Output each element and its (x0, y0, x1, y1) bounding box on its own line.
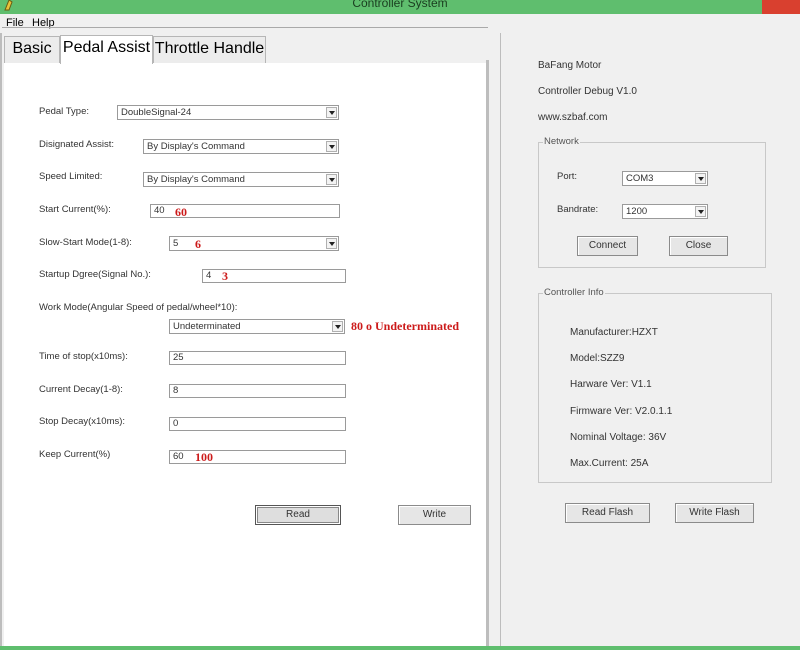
current-decay-label: Current Decay(1-8): (39, 384, 123, 395)
nominal-voltage-text: Nominal Voltage: 36V (570, 432, 667, 443)
designated-assist-label: Disignated Assist: (39, 139, 114, 150)
panel-border (500, 33, 501, 646)
speed-limited-label: Speed Limited: (39, 171, 103, 182)
stop-decay-label: Stop Decay(x10ms): (39, 416, 126, 427)
chevron-down-icon[interactable] (326, 238, 337, 249)
work-mode-select[interactable]: Undeterminated (169, 319, 345, 334)
controller-info-title: Controller Info (543, 287, 605, 298)
write-flash-button[interactable]: Write Flash (675, 503, 754, 523)
port-value: COM3 (626, 173, 654, 184)
chevron-down-icon[interactable] (695, 173, 706, 184)
window-title: Controller System (352, 0, 448, 10)
close-button[interactable]: Close (669, 236, 728, 256)
connect-button[interactable]: Connect (577, 236, 638, 256)
start-current-annotation: 60 (175, 205, 187, 219)
work-mode-label: Work Mode(Angular Speed of pedal/wheel*1… (39, 302, 238, 313)
baudrate-label: Bandrate: (557, 204, 599, 215)
keep-current-label: Keep Current(%) (39, 449, 111, 460)
tab-pedal-assist[interactable]: Pedal Assist (60, 35, 153, 64)
chevron-down-icon[interactable] (326, 174, 337, 185)
designated-assist-value: By Display's Command (147, 141, 245, 152)
chevron-down-icon[interactable] (326, 141, 337, 152)
slow-start-annotation: 6 (195, 237, 201, 251)
tab-throttle-handle[interactable]: Throttle Handle (153, 36, 266, 63)
app-icon (3, 0, 15, 12)
designated-assist-select[interactable]: By Display's Command (143, 139, 339, 154)
chevron-down-icon[interactable] (695, 206, 706, 217)
hardware-version-text: Harware Ver: V1.1 (570, 379, 652, 390)
manufacturer-text: Manufacturer:HZXT (570, 327, 658, 338)
read-button[interactable]: Read (255, 505, 341, 525)
pedal-type-value: DoubleSignal-24 (121, 107, 192, 118)
title-bar[interactable]: Controller System (0, 0, 800, 14)
slow-start-label: Slow-Start Mode(1-8): (39, 237, 132, 248)
max-current-text: Max.Current: 25A (570, 458, 649, 469)
pedal-type-select[interactable]: DoubleSignal-24 (117, 105, 339, 120)
panel-border (0, 33, 2, 646)
speed-limited-value: By Display's Command (147, 174, 245, 185)
work-mode-annotation: 80 o Undeterminated (351, 319, 459, 333)
model-text: Model:SZZ9 (570, 353, 625, 364)
menu-bar: File Help (0, 14, 800, 33)
slow-start-value: 5 (173, 238, 179, 249)
start-current-label: Start Current(%): (39, 204, 111, 215)
startup-degree-annotation: 3 (222, 269, 228, 283)
baudrate-select[interactable]: 1200 (622, 204, 708, 219)
speed-limited-select[interactable]: By Display's Command (143, 172, 339, 187)
port-select[interactable]: COM3 (622, 171, 708, 186)
network-group-title: Network (543, 136, 580, 147)
tab-basic[interactable]: Basic (4, 36, 60, 63)
work-mode-value: Undeterminated (173, 321, 241, 332)
stop-decay-input[interactable]: 0 (169, 417, 346, 431)
port-label: Port: (557, 171, 578, 182)
software-version: Controller Debug V1.0 (538, 86, 637, 97)
current-decay-input[interactable]: 8 (169, 384, 346, 398)
baudrate-value: 1200 (626, 206, 648, 217)
time-of-stop-label: Time of stop(x10ms): (39, 351, 128, 362)
write-button[interactable]: Write (398, 505, 471, 525)
chevron-down-icon[interactable] (332, 321, 343, 332)
read-flash-button[interactable]: Read Flash (565, 503, 650, 523)
time-of-stop-input[interactable]: 25 (169, 351, 346, 365)
panel-border (486, 60, 489, 646)
taskbar-strip (0, 646, 800, 650)
pedal-type-label: Pedal Type: (39, 106, 90, 117)
keep-current-annotation: 100 (195, 450, 213, 464)
tab-strip-line (2, 27, 488, 28)
company-name: BaFang Motor (538, 60, 602, 71)
firmware-version-text: Firmware Ver: V2.0.1.1 (570, 406, 673, 417)
window-close-button[interactable] (762, 0, 800, 14)
website-text: www.szbaf.com (538, 112, 608, 123)
startup-degree-label: Startup Dgree(Signal No.): (39, 269, 151, 280)
chevron-down-icon[interactable] (326, 107, 337, 118)
